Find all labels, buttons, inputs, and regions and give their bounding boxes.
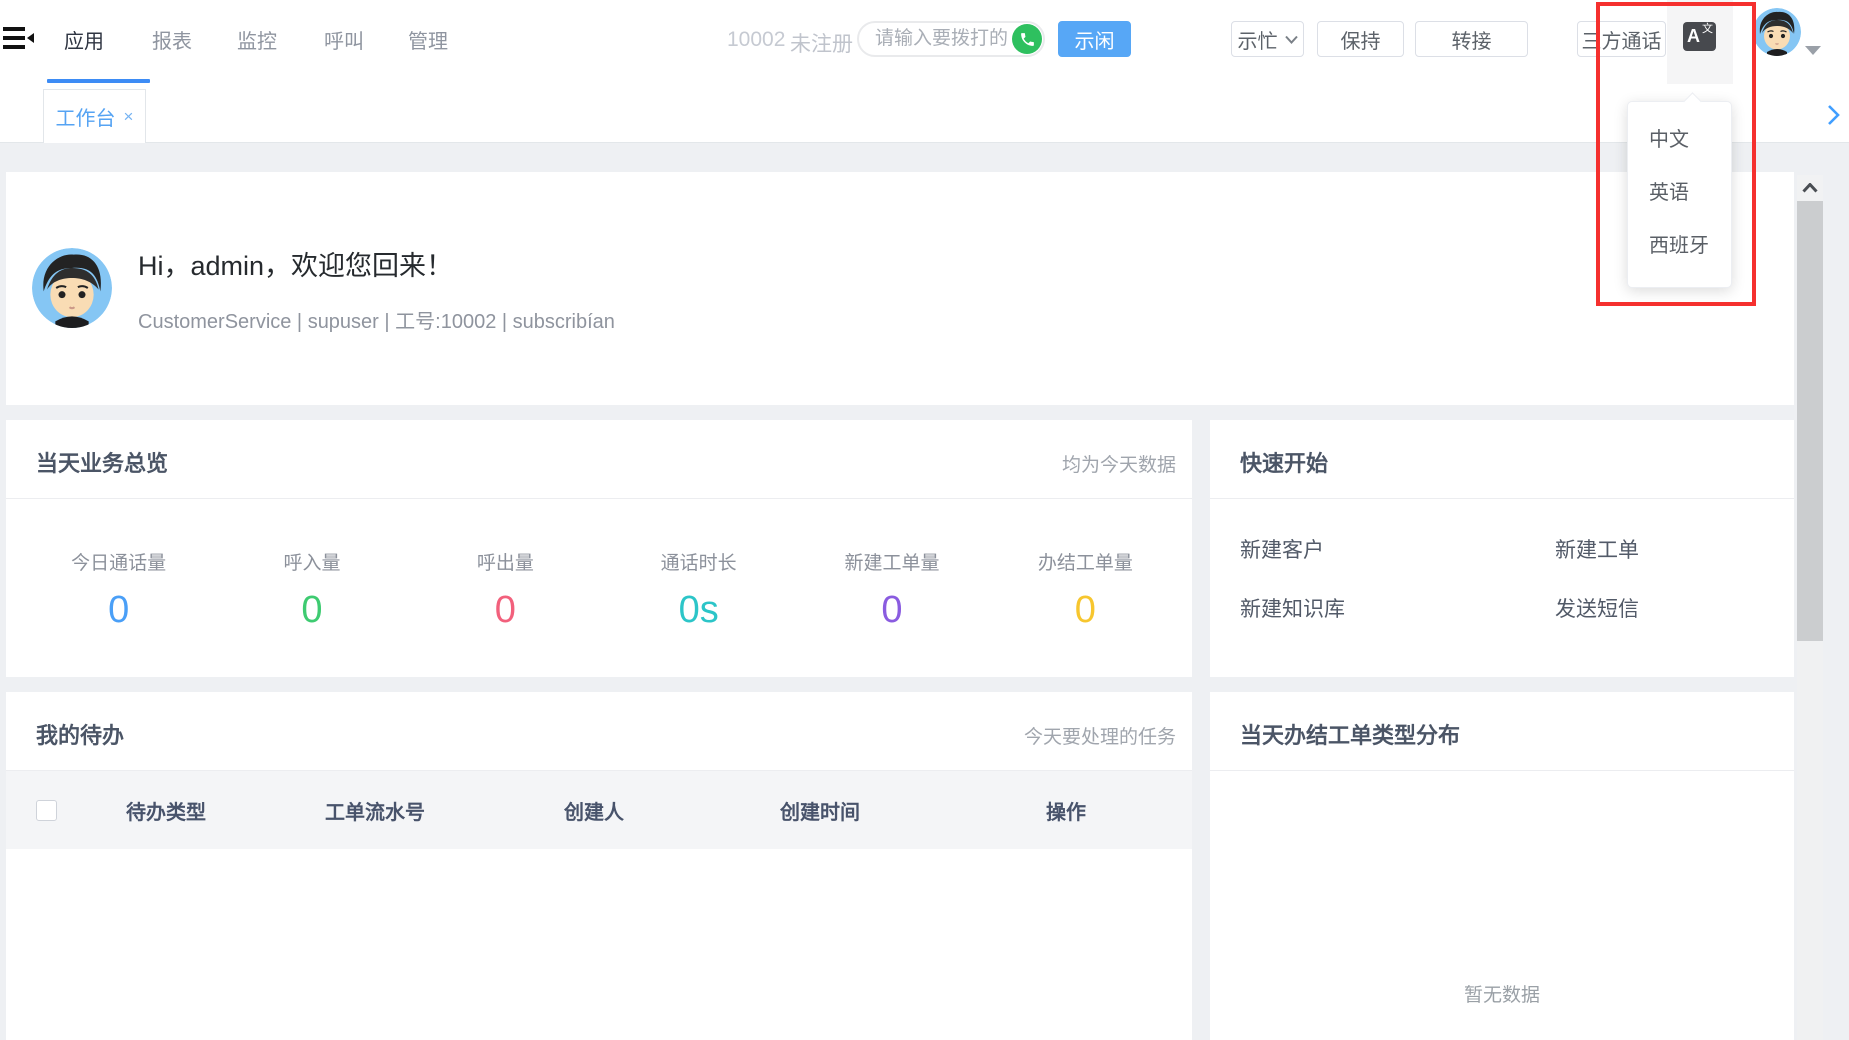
overview-title: 当天业务总览 — [36, 446, 168, 478]
link-new-ticket[interactable]: 新建工单 — [1555, 534, 1639, 564]
chevron-down-icon — [1285, 35, 1298, 44]
top-header: 应用 报表 监控 呼叫 管理 10002 未注册 示闲 示忙 保持 转接 三方通… — [0, 0, 1849, 84]
stat-new-tickets: 新建工单量 0 — [795, 548, 988, 632]
chart-empty-text: 暂无数据 — [1210, 980, 1794, 1007]
dial-input[interactable] — [875, 25, 1010, 53]
stat-call-duration: 通话时长 0s — [602, 548, 795, 632]
translate-glyph-a: A — [1687, 26, 1700, 46]
overview-hint: 均为今天数据 — [1062, 450, 1176, 477]
scroll-up-icon — [1802, 183, 1818, 193]
link-send-sms[interactable]: 发送短信 — [1555, 593, 1639, 623]
translate-icon: A 文 — [1683, 22, 1716, 51]
scroll-up-button[interactable] — [1797, 175, 1823, 201]
menu-item-spanish[interactable]: 西班牙 — [1628, 220, 1731, 273]
hold-button[interactable]: 保持 — [1317, 21, 1404, 57]
tab-workbench[interactable]: 工作台 × — [43, 89, 146, 143]
divider — [6, 498, 1192, 499]
select-all-checkbox[interactable] — [36, 800, 57, 821]
tab-bar: 工作台 × — [0, 84, 1849, 143]
stat-closed-tickets: 办结工单量 0 — [989, 548, 1182, 632]
user-menu-caret-icon[interactable] — [1805, 46, 1821, 55]
agent-status: 未注册 — [790, 28, 853, 58]
todo-hint: 今天要处理的任务 — [1024, 722, 1176, 749]
workbench-screen: 应用 报表 监控 呼叫 管理 10002 未注册 示闲 示忙 保持 转接 三方通… — [0, 0, 1849, 1040]
tab-scroll-right-icon[interactable] — [1824, 103, 1842, 127]
nav-item-admin[interactable]: 管理 — [408, 0, 448, 84]
col-todo-type: 待办类型 — [70, 796, 262, 825]
overview-card: 当天业务总览 均为今天数据 今日通话量 0 呼入量 0 呼出量 0 通话时长 — [6, 420, 1192, 677]
col-actions: 操作 — [940, 796, 1192, 825]
language-button[interactable]: A 文 — [1667, 0, 1733, 84]
conference-button[interactable]: 三方通话 — [1577, 21, 1666, 57]
translate-glyph-wen: 文 — [1702, 24, 1713, 35]
stats-grid: 今日通话量 0 呼入量 0 呼出量 0 通话时长 0s 新建工单量 0 — [22, 548, 1182, 632]
show-busy-label: 示忙 — [1238, 25, 1278, 54]
agent-number: 10002 — [727, 28, 785, 52]
language-menu: 中文 英语 西班牙 — [1627, 101, 1732, 288]
quick-start-title: 快速开始 — [1240, 446, 1328, 478]
active-nav-underline — [47, 79, 150, 83]
link-new-knowledge[interactable]: 新建知识库 — [1240, 593, 1345, 623]
stat-inbound-calls: 呼入量 0 — [215, 548, 408, 632]
menu-item-chinese[interactable]: 中文 — [1628, 114, 1731, 167]
divider — [1210, 770, 1794, 771]
menu-fold-icon[interactable] — [3, 27, 35, 51]
transfer-button[interactable]: 转接 — [1415, 21, 1528, 57]
dial-call-button[interactable] — [1012, 24, 1042, 54]
nav-item-reports[interactable]: 报表 — [152, 0, 192, 84]
content-area: Hi，admin，欢迎您回来！ CustomerService | supuse… — [0, 143, 1849, 1040]
chart-title: 当天办结工单类型分布 — [1240, 718, 1460, 750]
nav-item-monitor[interactable]: 监控 — [237, 0, 277, 84]
tab-workbench-label: 工作台 — [56, 102, 116, 131]
greeting-text: Hi，admin，欢迎您回来！ — [138, 244, 453, 283]
todo-table-header: 待办类型 工单流水号 创建人 创建时间 操作 — [6, 771, 1192, 849]
col-ticket-number: 工单流水号 — [262, 796, 488, 825]
welcome-avatar — [32, 248, 112, 328]
quick-start-card: 快速开始 新建客户 新建工单 新建知识库 发送短信 — [1210, 420, 1794, 677]
nav-item-apps[interactable]: 应用 — [64, 0, 104, 84]
tab-close-icon[interactable]: × — [124, 107, 134, 127]
show-idle-button[interactable]: 示闲 — [1058, 21, 1131, 57]
dial-input-pill — [857, 21, 1045, 57]
stat-today-calls: 今日通话量 0 — [22, 548, 215, 632]
col-creator: 创建人 — [488, 796, 700, 825]
user-meta-text: CustomerService | supuser | 工号:10002 | s… — [138, 305, 615, 334]
col-create-time: 创建时间 — [700, 796, 940, 825]
stat-outbound-calls: 呼出量 0 — [409, 548, 602, 632]
link-new-customer[interactable]: 新建客户 — [1240, 534, 1324, 564]
todo-title: 我的待办 — [36, 718, 124, 750]
phone-icon — [1019, 31, 1036, 48]
show-busy-button[interactable]: 示忙 — [1231, 21, 1304, 57]
closed-ticket-type-card: 当天办结工单类型分布 暂无数据 — [1210, 692, 1794, 1040]
menu-item-english[interactable]: 英语 — [1628, 167, 1731, 220]
todo-card: 我的待办 今天要处理的任务 待办类型 工单流水号 创建人 创建时间 操作 — [6, 692, 1192, 1040]
nav-item-call[interactable]: 呼叫 — [324, 0, 364, 84]
divider — [1210, 498, 1794, 499]
scrollbar-thumb[interactable] — [1797, 201, 1823, 641]
welcome-card: Hi，admin，欢迎您回来！ CustomerService | supuse… — [6, 172, 1794, 405]
vertical-scrollbar[interactable] — [1797, 175, 1823, 1040]
user-avatar[interactable] — [1753, 8, 1801, 56]
